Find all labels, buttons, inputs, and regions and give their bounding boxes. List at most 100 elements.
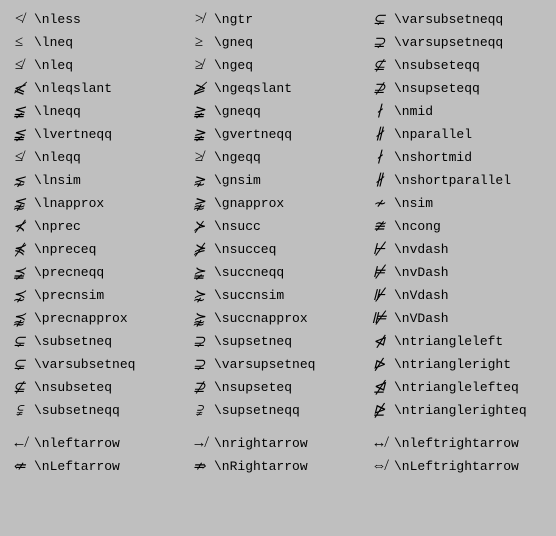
symbol-glyph: ⊬ xyxy=(364,240,394,259)
symbol-glyph: ≰ xyxy=(4,57,34,74)
latex-command: \gnsim xyxy=(214,173,261,188)
table-cell: ⊁\nsucc xyxy=(184,217,364,236)
table-cell: ≩\gvertneqq xyxy=(184,125,364,144)
table-cell: ≯\ngtr xyxy=(184,11,364,28)
symbol-glyph: ⋠ xyxy=(4,240,34,259)
symbol-glyph: ⪉ xyxy=(4,194,34,213)
table-row: ⪹\precnapprox⪺\succnapprox⊯\nVDash xyxy=(4,307,552,330)
table-cell: ⪵\precneqq xyxy=(4,263,184,282)
table-cell: ≰\nleq xyxy=(4,57,184,74)
latex-command: \nVDash xyxy=(394,311,449,326)
table-cell: ⊊\subsetneq xyxy=(4,332,184,351)
symbol-glyph: ⩽̸ xyxy=(4,79,34,98)
latex-command: \varsupsetneqq xyxy=(394,35,503,50)
table-cell: ⩽̸\nleqslant xyxy=(4,79,184,98)
table-row: ≤\lneq≥\gneq⊋\varsupsetneqq xyxy=(4,31,552,54)
symbol-glyph: ⩾̸ xyxy=(184,79,214,98)
table-cell: ≥\gneq xyxy=(184,34,364,51)
table-cell: ≰\nleqq xyxy=(4,149,184,166)
latex-command: \ngeq xyxy=(214,58,253,73)
latex-command: \nprec xyxy=(34,219,81,234)
latex-command: \nsucceq xyxy=(214,242,276,257)
symbol-glyph: ⋭ xyxy=(364,401,394,420)
table-cell: ∦\nshortparallel xyxy=(364,171,544,190)
table-cell: ≮\nless xyxy=(4,11,184,28)
table-cell: ⇍\nLeftarrow xyxy=(4,457,184,476)
table-row: ⪵\precneqq⪶\succneqq⊭\nvDash xyxy=(4,261,552,284)
latex-command: \nsubseteqq xyxy=(394,58,480,73)
table-cell: ≩\gneqq xyxy=(184,102,364,121)
latex-command: \ncong xyxy=(394,219,441,234)
table-cell: ⊋\varsupsetneq xyxy=(184,355,364,374)
table-cell: ⋩\succnsim xyxy=(184,286,364,305)
latex-command: \nvDash xyxy=(394,265,449,280)
table-row: ⩽̸\nleqslant⩾̸\ngeqslant⊉\nsupseteqq xyxy=(4,77,552,100)
table-cell: ⊈\nsubseteq xyxy=(4,378,184,397)
table-row: ≰\nleq≱\ngeq⊈\nsubseteqq xyxy=(4,54,552,77)
table-row: ⊊\subsetneq⊋\supsetneq⋪\ntriangleleft xyxy=(4,330,552,353)
symbol-glyph: ⊁ xyxy=(184,217,214,236)
symbol-glyph: ⊋ xyxy=(184,332,214,351)
table-cell: ⊉\nsupseteqq xyxy=(364,79,544,98)
symbol-glyph: ≩ xyxy=(184,125,214,144)
symbol-glyph: ⊭ xyxy=(364,263,394,282)
latex-command: \nleq xyxy=(34,58,73,73)
table-row: ⫋\subsetneqq⫌\supsetneqq⋭\ntriangleright… xyxy=(4,399,552,422)
table-row: ⊀\nprec⊁\nsucc≇\ncong xyxy=(4,215,552,238)
latex-command: \ntrianglerighteq xyxy=(394,403,527,418)
latex-command: \gneq xyxy=(214,35,253,50)
latex-command: \nVdash xyxy=(394,288,449,303)
symbol-glyph: ⇎ xyxy=(364,458,394,475)
symbol-glyph: ⇏ xyxy=(184,457,214,476)
symbol-glyph: ≰ xyxy=(4,149,34,166)
table-row: ↚\nleftarrow↛\nrightarrow↮\nleftrightarr… xyxy=(4,432,552,455)
table-row: ≰\nleqq≱\ngeqq∤\nshortmid xyxy=(4,146,552,169)
latex-command: \ngeqq xyxy=(214,150,261,165)
symbol-glyph: ≤ xyxy=(4,34,34,51)
table-cell: ⋦\lnsim xyxy=(4,171,184,190)
latex-command: \nleqslant xyxy=(34,81,112,96)
symbol-glyph: ∤ xyxy=(364,148,394,167)
table-cell: ⊈\nsubseteqq xyxy=(364,56,544,75)
symbol-glyph: ≱ xyxy=(184,149,214,166)
latex-command: \varsubsetneqq xyxy=(394,12,503,27)
table-cell: ⊋\varsupsetneqq xyxy=(364,33,544,52)
table-cell: ⪉\lnapprox xyxy=(4,194,184,213)
latex-command: \lneqq xyxy=(34,104,81,119)
symbol-glyph: ⊈ xyxy=(4,378,34,397)
latex-command: \ngtr xyxy=(214,12,253,27)
table-cell: ≁\nsim xyxy=(364,194,544,213)
latex-command: \nvdash xyxy=(394,242,449,257)
symbol-glyph: ≮ xyxy=(4,11,34,28)
latex-command: \ntriangleright xyxy=(394,357,511,372)
latex-command: \lnsim xyxy=(34,173,81,188)
table-cell: ⪶\succneqq xyxy=(184,263,364,282)
latex-command: \precnsim xyxy=(34,288,104,303)
symbol-glyph: ⋡ xyxy=(184,240,214,259)
latex-command: \nleftarrow xyxy=(34,436,120,451)
table-cell: ⊉\nsupseteq xyxy=(184,378,364,397)
latex-command: \supsetneq xyxy=(214,334,292,349)
table-cell: ⋭\ntrianglerighteq xyxy=(364,401,544,420)
table-cell: ⊭\nvDash xyxy=(364,263,544,282)
latex-command: \succneqq xyxy=(214,265,284,280)
latex-command: \ntrianglelefteq xyxy=(394,380,519,395)
symbol-glyph: ⋬ xyxy=(364,378,394,397)
latex-command: \gnapprox xyxy=(214,196,284,211)
table-cell: ≱\ngeq xyxy=(184,57,364,74)
table-cell: ⪊\gnapprox xyxy=(184,194,364,213)
symbol-glyph: ⊯ xyxy=(364,309,394,328)
symbol-glyph: ⊈ xyxy=(364,56,394,75)
table-row: ⊈\nsubseteq⊉\nsupseteq⋬\ntrianglelefteq xyxy=(4,376,552,399)
table-cell: ⊊\varsubsetneq xyxy=(4,355,184,374)
latex-command: \gneqq xyxy=(214,104,261,119)
symbol-glyph: ≁ xyxy=(364,194,394,213)
symbol-glyph: ⊮ xyxy=(364,286,394,305)
symbol-glyph: ≯ xyxy=(184,11,214,28)
symbol-glyph: ⪊ xyxy=(184,194,214,213)
table-cell: ↛\nrightarrow xyxy=(184,435,364,452)
table-cell: ≨\lvertneqq xyxy=(4,125,184,144)
latex-command: \precneqq xyxy=(34,265,104,280)
symbol-glyph: ≨ xyxy=(4,125,34,144)
latex-command: \supsetneqq xyxy=(214,403,300,418)
